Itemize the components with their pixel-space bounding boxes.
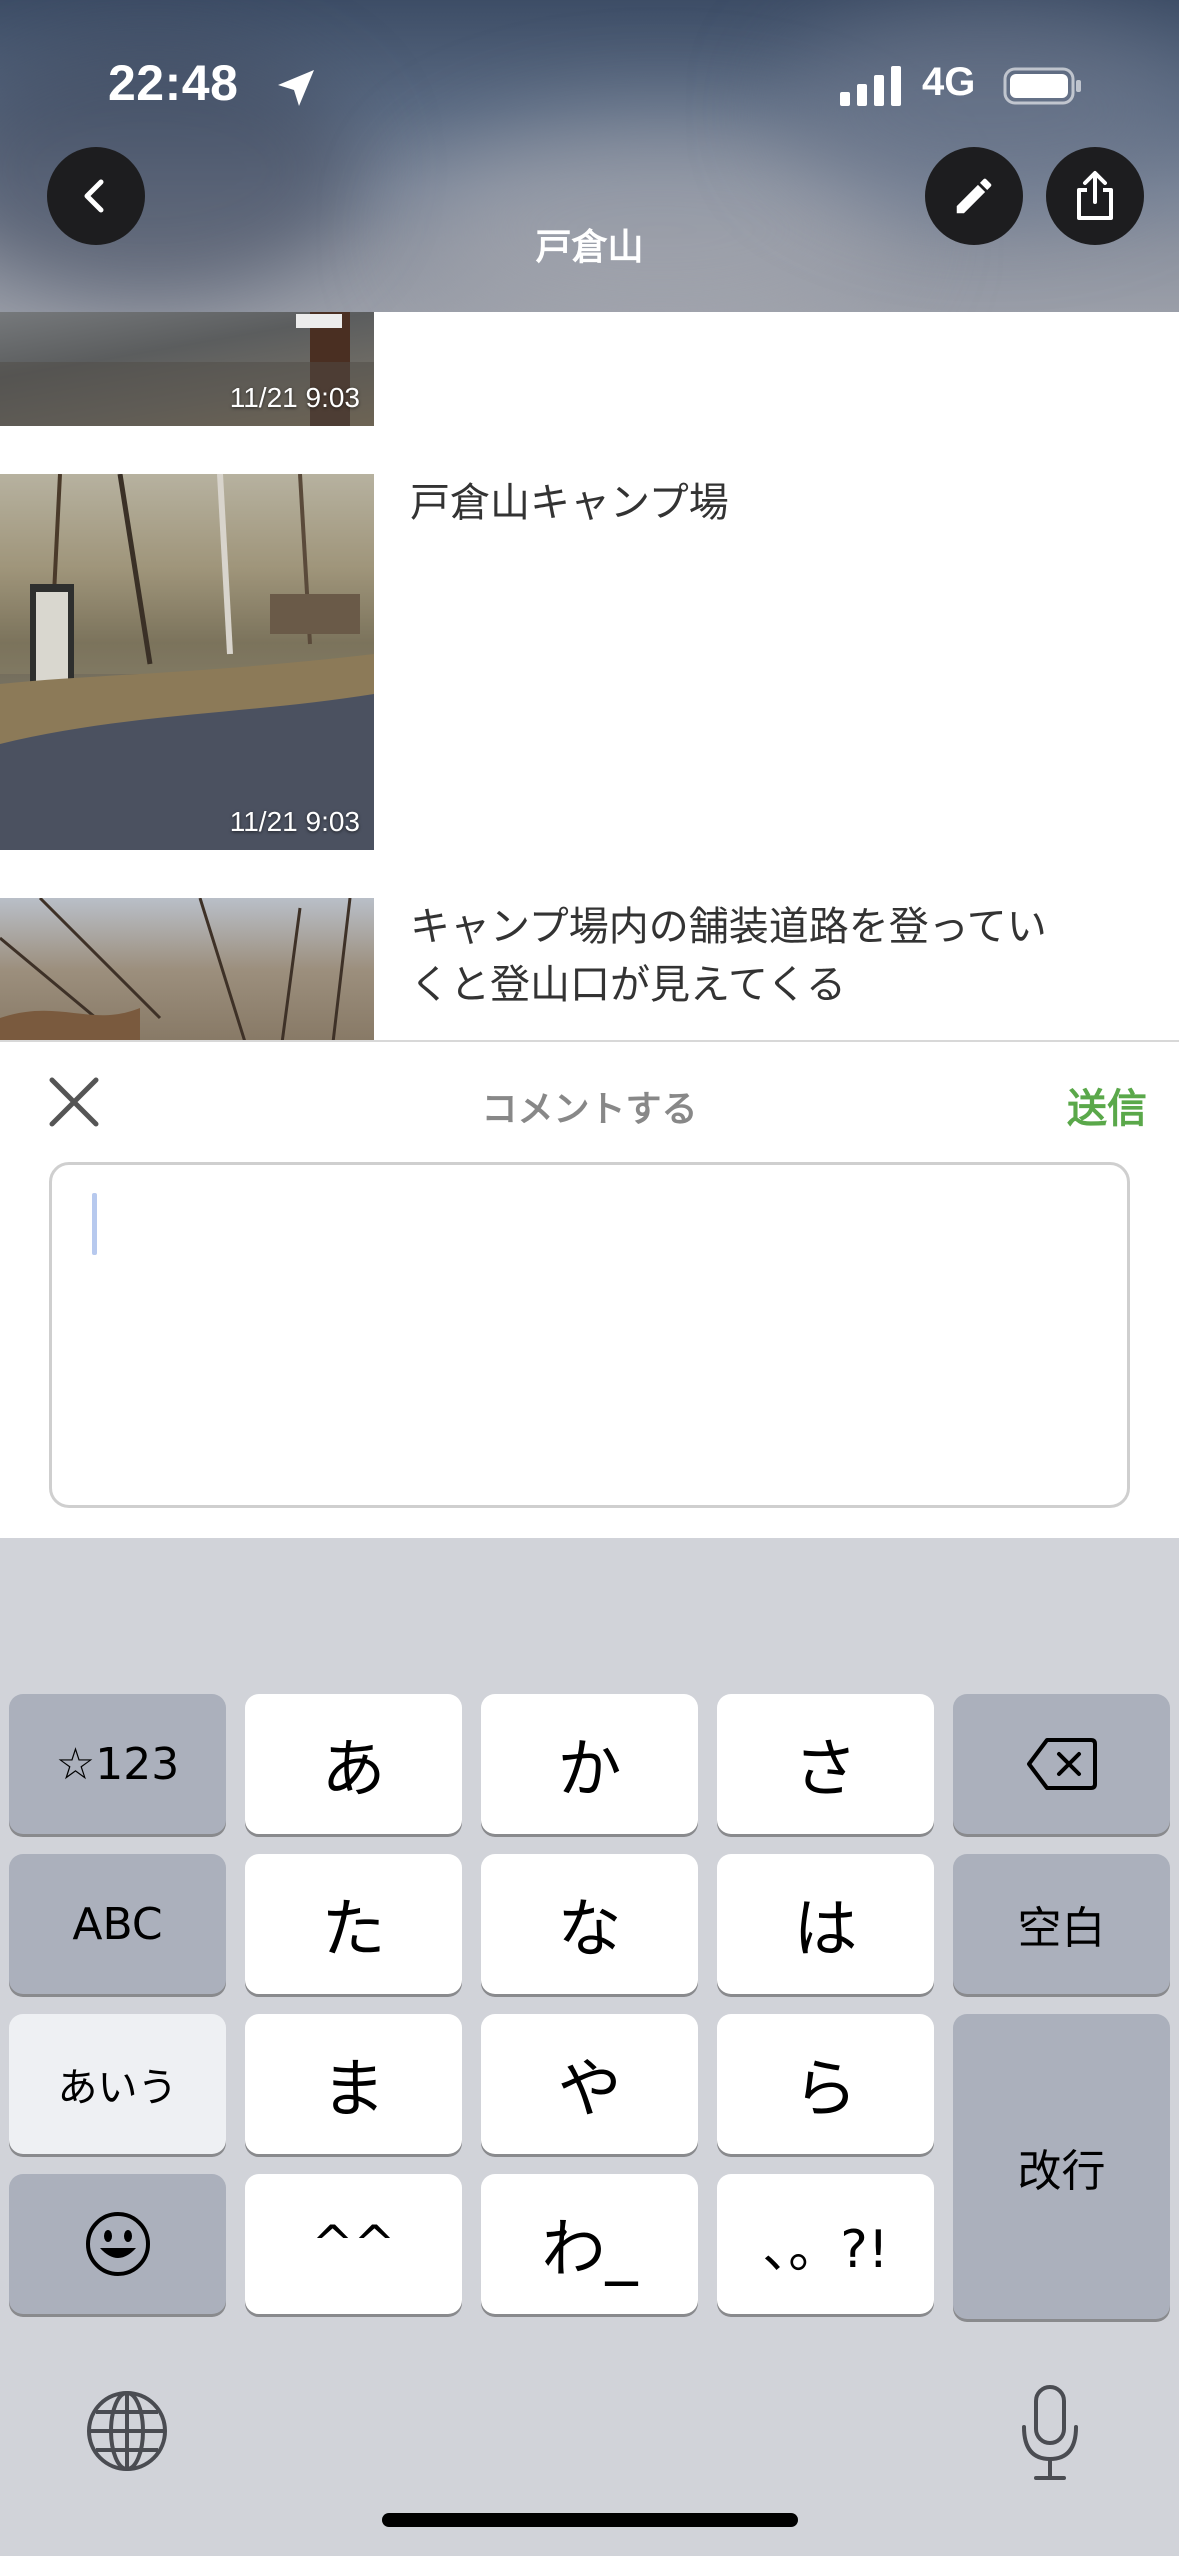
key-ya[interactable]: や (481, 2014, 698, 2154)
key-delete[interactable] (953, 1694, 1170, 1834)
key-na[interactable]: な (481, 1854, 698, 1994)
photo-image (0, 898, 352, 1040)
back-icon (84, 179, 104, 213)
photo-caption: キャンプ場内の舗装道路を登ってい くと登山口が見えてくる (410, 898, 1150, 1014)
battery-icon (1003, 67, 1081, 105)
photo-feed[interactable]: 11/21 9:03 11/21 9:03 戸倉山キャンプ場 キャンプ場内の舗装… (0, 312, 1179, 1040)
caption-line: キャンプ場内の舗装道路を登ってい (410, 904, 1047, 950)
key-return[interactable]: 改行 (953, 2014, 1170, 2319)
page-title: 戸倉山 (535, 227, 644, 268)
header: 22:48 4G 戸倉山 (0, 0, 1179, 312)
comment-title: コメントする (481, 1089, 698, 1130)
pencil-icon (956, 178, 992, 214)
photo-image (0, 474, 374, 850)
key-a[interactable]: あ (245, 1694, 462, 1834)
photo-timestamp: 11/21 9:03 (229, 382, 360, 413)
home-indicator (382, 2513, 798, 2527)
comment-input[interactable] (49, 1162, 1130, 1508)
key-kana[interactable]: あいう (9, 2014, 226, 2154)
comment-panel: コメントする 送信 (0, 1040, 1179, 1538)
key-punctuation[interactable]: 、。?! (717, 2174, 934, 2314)
emoji-icon (85, 2212, 150, 2276)
key-ka[interactable]: か (481, 1694, 698, 1834)
feed-photo[interactable]: 11/21 9:03 (0, 312, 374, 426)
key-ta[interactable]: た (245, 1854, 462, 1994)
key-emoji[interactable] (9, 2174, 226, 2314)
share-icon (1077, 171, 1113, 220)
key-symbols[interactable]: ☆123 (9, 1694, 226, 1834)
caption-line: くと登山口が見えてくる (410, 962, 846, 1008)
send-button[interactable]: 送信 (1067, 1076, 1147, 1134)
key-ha[interactable]: は (717, 1854, 934, 1994)
photo-timestamp: 11/21 9:03 (229, 806, 360, 837)
status-time: 22:48 (108, 55, 239, 111)
globe-icon[interactable] (84, 2388, 170, 2474)
feed-photo[interactable]: 11/21 9:03 (0, 474, 374, 850)
keyboard: ☆123 あ か さ ABC た な は 空白 あいう ま や ら 改行 ^^ … (0, 1538, 1179, 2556)
key-space[interactable]: 空白 (953, 1854, 1170, 1994)
key-ra[interactable]: ら (717, 2014, 934, 2154)
key-sa[interactable]: さ (717, 1694, 934, 1834)
key-kaomoji[interactable]: ^^ (245, 2174, 462, 2314)
key-abc[interactable]: ABC (9, 1854, 226, 1994)
signal-icon (840, 66, 901, 106)
key-wa[interactable]: わ_ (481, 2174, 698, 2314)
text-caret (92, 1193, 97, 1255)
location-arrow-icon (278, 70, 314, 106)
feed-photo[interactable] (0, 898, 374, 1040)
photo-caption: 戸倉山キャンプ場 (410, 480, 729, 526)
delete-icon (1026, 1738, 1097, 1790)
key-ma[interactable]: ま (245, 2014, 462, 2154)
microphone-icon[interactable] (1018, 2383, 1082, 2483)
network-type: 4G (922, 60, 976, 104)
